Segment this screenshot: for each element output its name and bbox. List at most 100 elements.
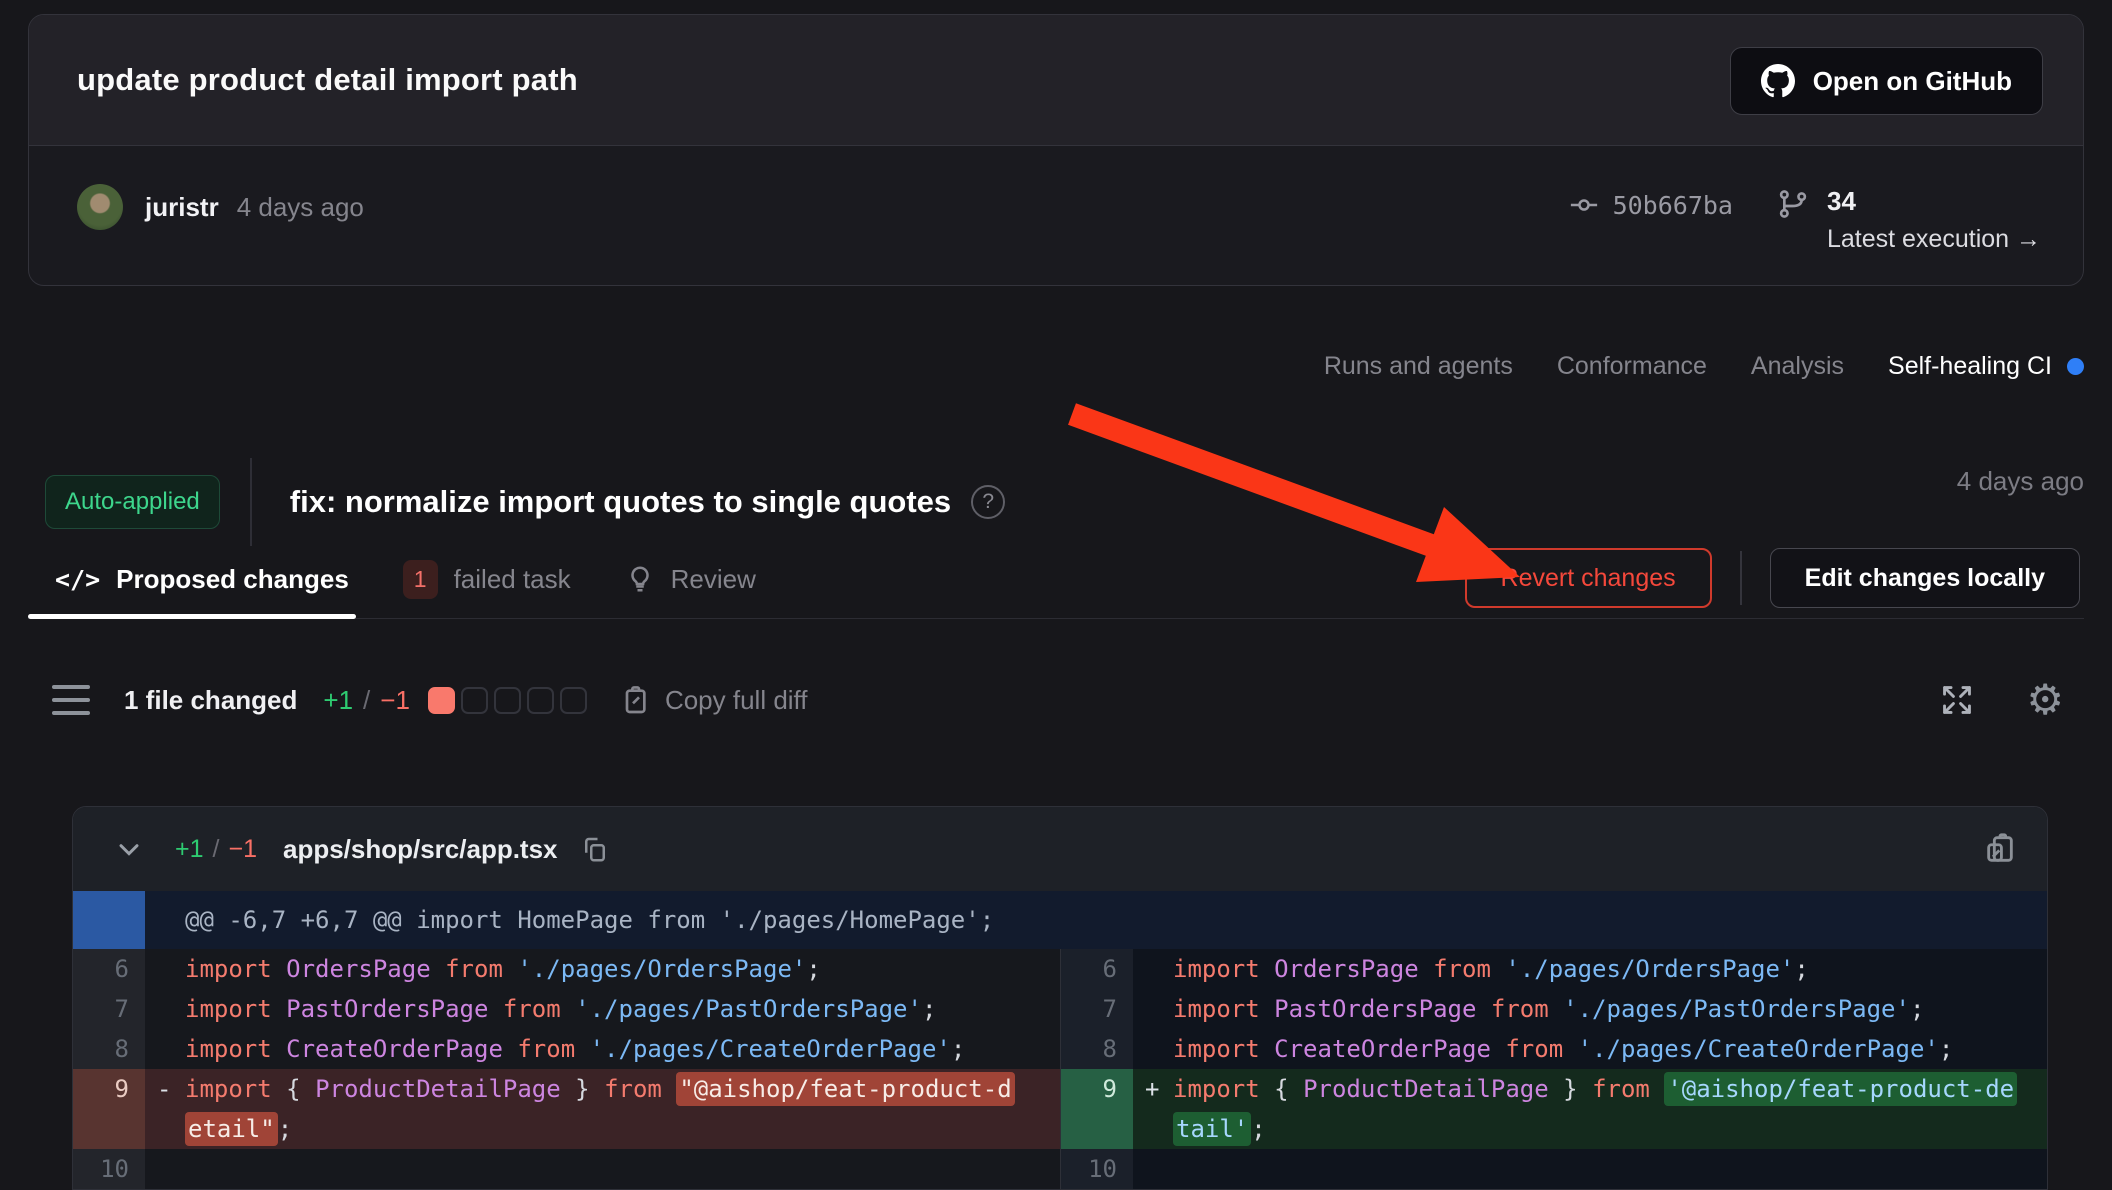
file-diff-totals: +1 / −1 (175, 835, 257, 864)
page-title: update product detail import path (77, 62, 578, 98)
code-text: import CreateOrderPage from './pages/Cre… (185, 1029, 1060, 1069)
diff-marker (145, 989, 185, 1029)
diff-marker (145, 1149, 185, 1189)
code-text: import { ProductDetailPage } from "@aish… (185, 1069, 1060, 1149)
line-number: 10 (73, 1149, 145, 1189)
diffstat-square (527, 687, 554, 714)
diff-line-right-8: 8 import CreateOrderPage from './pages/Cr… (1061, 1029, 2048, 1069)
chevron-down-icon[interactable] (113, 833, 145, 865)
files-changed-label: 1 file changed (124, 685, 297, 716)
revert-changes-button[interactable]: Revert changes (1465, 548, 1712, 608)
expand-fullscreen-icon[interactable] (1938, 681, 1976, 719)
vertical-divider (250, 458, 252, 546)
diff-line-left-6: 6 import OrdersPage from './pages/OrdersP… (73, 949, 1060, 989)
line-number: 10 (1061, 1149, 1133, 1189)
diffstat-square (494, 687, 521, 714)
commit-meta: 50b667ba 34 Latest execution → (1569, 186, 2041, 254)
fix-title: fix: normalize import quotes to single q… (290, 484, 951, 520)
diff-line-left-10: 10 (73, 1149, 1060, 1189)
avatar (77, 184, 123, 230)
diff-totals: +1 / −1 (323, 685, 410, 716)
copy-full-diff-button[interactable]: Copy full diff (619, 684, 808, 716)
help-icon[interactable]: ? (971, 485, 1005, 519)
tab-failed-task[interactable]: 1 failed task (403, 560, 571, 599)
diffstat-square (560, 687, 587, 714)
clipboard-icon (619, 684, 651, 716)
diff-marker (1133, 949, 1173, 989)
tab-proposed-changes[interactable]: </> Proposed changes (55, 564, 349, 595)
diff-pane-new: 6 import OrdersPage from './pages/OrdersP… (1061, 949, 2048, 1189)
diff-marker: + (1133, 1069, 1173, 1149)
code-text (1173, 1149, 2048, 1189)
code-text: import OrdersPage from './pages/OrdersPa… (185, 949, 1060, 989)
open-on-github-button[interactable]: Open on GitHub (1730, 47, 2043, 115)
gear-icon[interactable]: ⚙ (2026, 679, 2064, 721)
hunk-header-row: @@ -6,7 +6,7 @@ import HomePage from './… (73, 891, 2047, 949)
code-text: import PastOrdersPage from './pages/Past… (185, 989, 1060, 1029)
diff-line-left-9: 9-import { ProductDetailPage } from "@ai… (73, 1069, 1060, 1149)
commit-header-card: update product detail import path Open o… (28, 14, 2084, 286)
code-icon: </> (55, 565, 100, 594)
diffstat-square (461, 687, 488, 714)
line-number: 6 (73, 949, 145, 989)
diff-marker (1133, 1029, 1173, 1069)
execution-info: 34 Latest execution → (1777, 186, 2041, 254)
fix-summary-row: Auto-applied fix: normalize import quote… (45, 458, 2084, 546)
fix-time-ago: 4 days ago (1957, 466, 2084, 497)
file-path: apps/shop/src/app.tsx (283, 834, 558, 865)
line-number: 6 (1061, 949, 1133, 989)
line-number: 7 (1061, 989, 1133, 1029)
copy-path-icon[interactable] (580, 834, 610, 864)
diff-line-left-8: 8 import CreateOrderPage from './pages/Cr… (73, 1029, 1060, 1069)
diff-pane-old: 6 import OrdersPage from './pages/OrdersP… (73, 949, 1061, 1189)
diff-toolbar: 1 file changed +1 / −1 Copy full diff ⚙ (52, 668, 2064, 732)
authored-time: 4 days ago (237, 192, 364, 223)
hunk-gutter (73, 891, 145, 949)
notification-dot (2067, 358, 2084, 375)
edit-changes-locally-button[interactable]: Edit changes locally (1770, 548, 2080, 608)
diffstat-square (428, 687, 455, 714)
diff-line-right-6: 6 import OrdersPage from './pages/OrdersP… (1061, 949, 2048, 989)
line-number: 8 (1061, 1029, 1133, 1069)
open-on-github-label: Open on GitHub (1813, 66, 2012, 97)
lightbulb-icon (625, 564, 655, 594)
code-text: import { ProductDetailPage } from '@aish… (1173, 1069, 2048, 1149)
latest-execution-link[interactable]: Latest execution → (1827, 225, 2041, 254)
diff-line-right-9: 9+import { ProductDetailPage } from '@ai… (1061, 1069, 2048, 1149)
file-list-menu-icon[interactable] (52, 685, 90, 715)
active-tab-underline (28, 614, 356, 619)
top-nav: Runs and agents Conformance Analysis Sel… (1324, 352, 2084, 381)
file-header: +1 / −1 apps/shop/src/app.tsx (73, 807, 2047, 891)
tabs-row: </> Proposed changes 1 failed task Revie… (28, 548, 2084, 620)
execution-count: 34 (1827, 186, 2041, 217)
tab-review[interactable]: Review (625, 564, 756, 595)
nav-conformance[interactable]: Conformance (1557, 352, 1707, 381)
diff-marker (1133, 989, 1173, 1029)
line-number: 9 (73, 1069, 145, 1149)
status-badge: Auto-applied (45, 475, 220, 529)
copy-file-diff-icon[interactable] (1983, 832, 2017, 866)
nav-analysis[interactable]: Analysis (1751, 352, 1844, 381)
code-text (185, 1149, 1060, 1189)
commit-title-section: update product detail import path Open o… (29, 15, 2083, 146)
diff-card: +1 / −1 apps/shop/src/app.tsx @@ -6,7 +6… (72, 806, 2048, 1190)
split-diff: 6import OrdersPage from './pages/OrdersP… (73, 949, 2047, 1189)
commit-icon (1569, 190, 1599, 220)
commit-meta-section: juristr 4 days ago 50b667ba 34 Latest ex… (29, 146, 2083, 286)
code-text: import OrdersPage from './pages/OrdersPa… (1173, 949, 2048, 989)
nav-self-healing-ci[interactable]: Self-healing CI (1888, 352, 2084, 381)
diff-marker (145, 949, 185, 989)
button-separator (1740, 551, 1742, 605)
hunk-header-text: @@ -6,7 +6,7 @@ import HomePage from './… (145, 891, 994, 949)
line-number: 9 (1061, 1069, 1133, 1149)
diff-line-right-10: 10 (1061, 1149, 2048, 1189)
code-text: import CreateOrderPage from './pages/Cre… (1173, 1029, 2048, 1069)
line-number: 7 (73, 989, 145, 1029)
nav-runs-and-agents[interactable]: Runs and agents (1324, 352, 1513, 381)
diff-marker (1133, 1149, 1173, 1189)
line-number: 8 (73, 1029, 145, 1069)
failed-count-badge: 1 (403, 560, 438, 599)
code-text: import PastOrdersPage from './pages/Past… (1173, 989, 2048, 1029)
commit-sha-link[interactable]: 50b667ba (1569, 190, 1733, 220)
author-name: juristr (145, 192, 219, 223)
